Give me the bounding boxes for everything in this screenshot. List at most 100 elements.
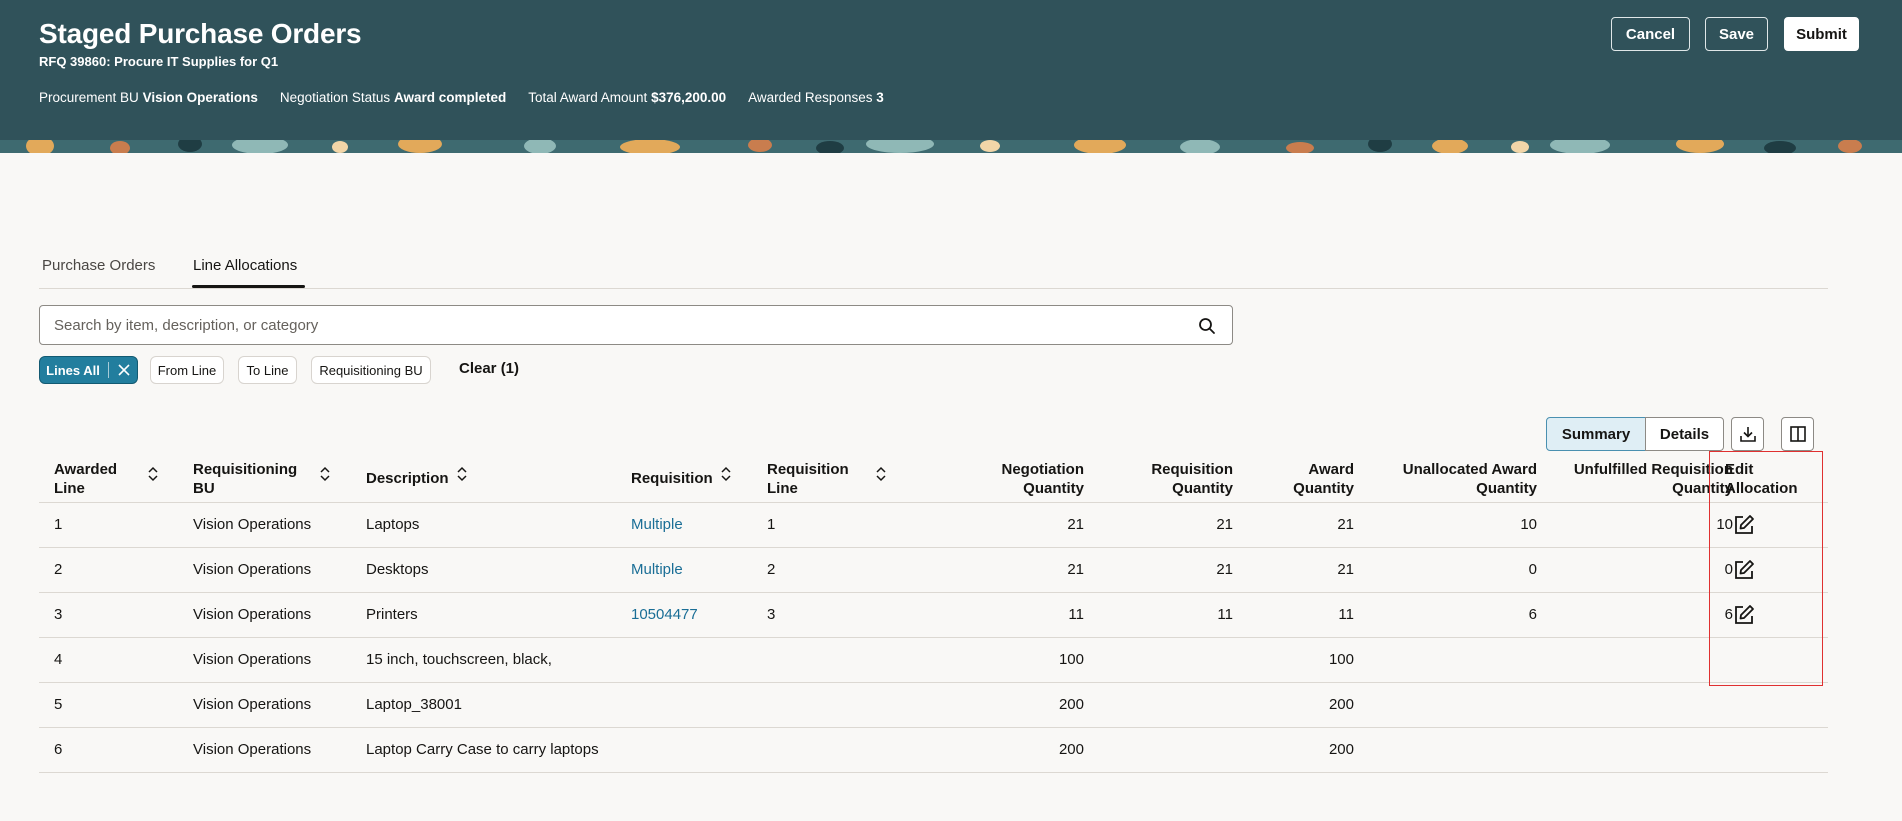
requisitioning-bu-cell: Vision Operations — [193, 561, 312, 578]
meta-negotiation-status: Negotiation Status Award completed — [279, 90, 507, 105]
requisition-quantity-cell: 21 — [1216, 516, 1233, 533]
chip-separator — [107, 362, 109, 378]
search-box — [39, 305, 1233, 345]
columns-button[interactable] — [1781, 417, 1814, 451]
description-cell: Printers — [366, 606, 418, 623]
table-row: 2 Vision Operations Desktops Multiple 2 … — [39, 548, 1828, 593]
line-allocations-table: Awarded Line Requisitioning BU Description… — [39, 451, 1828, 773]
requisitioning-bu-cell: Vision Operations — [193, 651, 312, 668]
columns-icon — [1789, 426, 1806, 442]
awarded-line-cell: 3 — [54, 606, 63, 623]
sort-icon[interactable] — [875, 466, 887, 482]
awarded-line-cell: 1 — [54, 516, 63, 533]
requisitioning-bu-cell: Vision Operations — [193, 741, 312, 758]
table-row: 3 Vision Operations Printers 10504477 3 … — [39, 593, 1828, 638]
save-button[interactable]: Save — [1705, 17, 1768, 51]
requisition-link[interactable]: Multiple — [631, 561, 683, 578]
requisition-line-cell: 1 — [767, 516, 776, 533]
requisitioning-bu-cell: Vision Operations — [193, 516, 312, 533]
summary-view-button[interactable]: Summary — [1546, 417, 1646, 451]
export-button[interactable] — [1731, 417, 1764, 451]
award-quantity-cell: 100 — [1328, 651, 1354, 668]
table-row: 5 Vision Operations Laptop_38001 200 200 — [39, 683, 1828, 728]
unallocated-award-quantity-cell: 0 — [1528, 561, 1537, 578]
details-view-button[interactable]: Details — [1645, 417, 1724, 451]
filter-chip-requisitioning-bu[interactable]: Requisitioning BU — [311, 356, 431, 384]
sort-icon[interactable] — [456, 466, 468, 482]
sort-icon[interactable] — [147, 466, 159, 482]
award-quantity-cell: 21 — [1337, 561, 1354, 578]
sort-icon[interactable] — [720, 466, 732, 482]
requisition-line-cell: 2 — [767, 561, 776, 578]
page-subtitle: RFQ 39860: Procure IT Supplies for Q1 — [39, 54, 279, 69]
active-tab-indicator — [192, 285, 305, 288]
negotiation-quantity-cell: 21 — [1067, 561, 1084, 578]
requisition-line-cell: 3 — [767, 606, 776, 623]
unallocated-award-quantity-cell: 6 — [1528, 606, 1537, 623]
header-meta: Procurement BU Vision Operations Negotia… — [39, 90, 884, 105]
column-header-award-quantity: Award Quantity — [1293, 461, 1354, 497]
award-quantity-cell: 11 — [1338, 606, 1354, 623]
description-cell: 15 inch, touchscreen, black, — [366, 651, 552, 668]
negotiation-quantity-cell: 200 — [1058, 696, 1084, 713]
table-row: 4 Vision Operations 15 inch, touchscreen… — [39, 638, 1828, 683]
edit-allocation-icon[interactable] — [1732, 603, 1756, 627]
submit-button[interactable]: Submit — [1784, 17, 1859, 51]
sort-icon[interactable] — [319, 466, 331, 482]
awarded-line-cell: 4 — [54, 651, 63, 668]
requisition-quantity-cell: 11 — [1217, 606, 1233, 623]
negotiation-quantity-cell: 100 — [1058, 651, 1084, 668]
search-input[interactable] — [54, 306, 1174, 344]
decorative-banner — [0, 140, 1902, 153]
search-icon[interactable] — [1198, 317, 1216, 335]
unfulfilled-requisition-quantity-cell: 10 — [1716, 516, 1733, 533]
awarded-line-cell: 5 — [54, 696, 63, 713]
column-header-edit-allocation: Edit Allocation — [1725, 461, 1798, 497]
table-row: 6 Vision Operations Laptop Carry Case to… — [39, 728, 1828, 773]
column-header-negotiation-quantity: Negotiation Quantity — [1001, 461, 1085, 497]
requisition-link[interactable]: Multiple — [631, 516, 683, 533]
requisitioning-bu-cell: Vision Operations — [193, 606, 312, 623]
tab-purchase-orders[interactable]: Purchase Orders — [42, 257, 155, 274]
download-icon — [1739, 427, 1756, 442]
column-header-requisition[interactable]: Requisition — [631, 469, 713, 488]
tab-line-allocations[interactable]: Line Allocations — [193, 257, 297, 274]
requisition-link[interactable]: 10504477 — [631, 606, 698, 623]
negotiation-quantity-cell: 21 — [1067, 516, 1084, 533]
page-header: Staged Purchase Orders RFQ 39860: Procur… — [0, 0, 1902, 140]
table-header-row: Awarded Line Requisitioning BU Description… — [39, 451, 1828, 503]
filter-chip-to-line[interactable]: To Line — [238, 356, 297, 384]
edit-allocation-icon[interactable] — [1732, 513, 1756, 537]
cancel-button[interactable]: Cancel — [1611, 17, 1690, 51]
award-quantity-cell: 21 — [1337, 516, 1354, 533]
meta-total-award-amount: Total Award Amount $376,200.00 — [528, 90, 727, 105]
description-cell: Laptop_38001 — [366, 696, 462, 713]
column-header-unfulfilled-requisition-quantity: Unfulfilled Requisition Quantity — [1573, 461, 1733, 497]
page-title: Staged Purchase Orders — [39, 18, 362, 49]
negotiation-quantity-cell: 11 — [1068, 606, 1084, 623]
filter-chip-from-line[interactable]: From Line — [150, 356, 224, 384]
negotiation-quantity-cell: 200 — [1058, 741, 1084, 758]
column-header-description[interactable]: Description — [366, 469, 449, 488]
unallocated-award-quantity-cell: 10 — [1520, 516, 1537, 533]
column-header-unallocated-award-quantity: Unallocated Award Quantity — [1402, 461, 1537, 497]
description-cell: Laptops — [366, 516, 420, 533]
awarded-line-cell: 6 — [54, 741, 63, 758]
column-header-requisition-quantity: Requisition Quantity — [1151, 461, 1233, 497]
table-row: 1 Vision Operations Laptops Multiple 1 2… — [39, 503, 1828, 548]
requisition-quantity-cell: 21 — [1216, 561, 1233, 578]
awarded-line-cell: 2 — [54, 561, 63, 578]
requisitioning-bu-cell: Vision Operations — [193, 696, 312, 713]
close-icon[interactable] — [117, 363, 131, 377]
column-header-requisitioning-bu[interactable]: Requisitioning BU — [193, 460, 297, 498]
filter-chip-label: Lines All — [46, 362, 100, 378]
meta-procurement-bu: Procurement BU Vision Operations — [39, 90, 258, 105]
clear-filters-link[interactable]: Clear (1) — [459, 360, 519, 377]
edit-allocation-icon[interactable] — [1732, 558, 1756, 582]
description-cell: Desktops — [366, 561, 429, 578]
filter-chip-lines-all[interactable]: Lines All — [39, 356, 138, 384]
column-header-awarded-line[interactable]: Awarded Line — [54, 460, 117, 498]
banner-pattern-icon — [0, 140, 1902, 153]
award-quantity-cell: 200 — [1328, 696, 1354, 713]
column-header-requisition-line[interactable]: Requisition Line — [767, 460, 849, 498]
